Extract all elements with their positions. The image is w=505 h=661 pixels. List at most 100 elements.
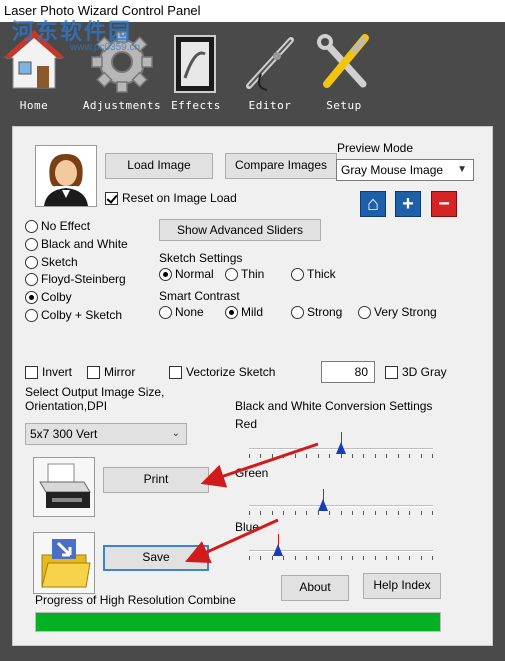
vectorize-sketch-checkbox[interactable]: Vectorize Sketch xyxy=(169,365,275,379)
reset-on-load-label: Reset on Image Load xyxy=(122,191,237,205)
slider-tick xyxy=(249,454,250,458)
help-index-button[interactable]: Help Index xyxy=(363,573,441,599)
slider-tick xyxy=(421,511,422,515)
progress-bar xyxy=(35,612,441,632)
slider-tick xyxy=(352,511,353,515)
slider-tick xyxy=(398,556,399,560)
slider-tick xyxy=(341,511,342,515)
output-size-label: Select Output Image Size, Orientation,DP… xyxy=(25,385,165,413)
sketch-thick-radio[interactable]: Thick xyxy=(291,267,336,281)
radio-dot xyxy=(291,305,304,319)
slider-tick xyxy=(295,511,296,515)
slider-tick xyxy=(409,556,410,560)
contrast-mild-radio[interactable]: Mild xyxy=(225,305,263,319)
minus-icon: − xyxy=(438,192,450,215)
gray-3d-checkbox[interactable]: 3D Gray xyxy=(385,365,447,379)
sketch-option-label: Normal xyxy=(175,267,214,281)
slider-tick xyxy=(409,511,410,515)
slider-tick xyxy=(329,511,330,515)
slider-tick xyxy=(421,454,422,458)
gray-3d-label: 3D Gray xyxy=(402,365,447,379)
zoom-out-button[interactable]: − xyxy=(431,191,457,217)
slider-tick xyxy=(283,454,284,458)
slider-tick xyxy=(375,454,376,458)
slider-tick xyxy=(432,511,433,515)
preview-mode-label: Preview Mode xyxy=(337,141,414,155)
sketch-normal-radio[interactable]: Normal xyxy=(159,267,214,281)
printer-image xyxy=(33,457,95,517)
invert-checkbox[interactable]: Invert xyxy=(25,365,72,379)
red-slider[interactable] xyxy=(249,432,433,460)
blue-slider[interactable] xyxy=(249,534,433,562)
slider-tick xyxy=(375,556,376,560)
avatar-icon xyxy=(36,146,96,206)
slider-tick xyxy=(341,454,342,458)
slider-thumb[interactable] xyxy=(273,544,283,556)
slider-thumb[interactable] xyxy=(318,499,328,511)
save-button[interactable]: Save xyxy=(103,545,209,571)
effect-colby-radio[interactable]: Colby xyxy=(25,290,72,304)
print-button[interactable]: Print xyxy=(103,467,209,493)
contrast-very-strong-radio[interactable]: Very Strong xyxy=(358,305,437,319)
slider-tick xyxy=(421,556,422,560)
compare-images-button[interactable]: Compare Images xyxy=(225,153,337,179)
effect-sketch-radio[interactable]: Sketch xyxy=(25,255,78,269)
preview-mode-value: Gray Mouse Image xyxy=(341,163,444,177)
toolbar-home-label: Home xyxy=(19,99,49,112)
chevron-down-icon: ▼ xyxy=(457,164,467,175)
radio-dot xyxy=(225,267,238,281)
slider-tick xyxy=(432,454,433,458)
slider-tick xyxy=(272,511,273,515)
slider-tick xyxy=(363,556,364,560)
preview-mode-select[interactable]: Gray Mouse Image ▼ xyxy=(336,159,474,181)
slider-tick xyxy=(329,454,330,458)
contrast-none-radio[interactable]: None xyxy=(159,305,204,319)
toolbar-setup-button[interactable]: Setup xyxy=(304,28,384,112)
toolbar-setup-label: Setup xyxy=(326,99,362,112)
effect-no-effect-radio[interactable]: No Effect xyxy=(25,219,90,233)
toolbar-effects-button[interactable]: Effects xyxy=(156,28,236,112)
slider-tick xyxy=(318,511,319,515)
folder-icon xyxy=(41,539,91,588)
vectorize-label: Vectorize Sketch xyxy=(186,365,276,379)
about-button[interactable]: About xyxy=(281,575,349,601)
effect-label: No Effect xyxy=(41,219,91,233)
slider-tick xyxy=(386,511,387,515)
progress-label: Progress of High Resolution Combine xyxy=(35,593,236,607)
slider-tick xyxy=(306,556,307,560)
zoom-in-button[interactable]: + xyxy=(395,191,421,217)
green-slider[interactable] xyxy=(249,489,433,517)
sketch-value-input[interactable]: 80 xyxy=(321,361,375,383)
effect-black-and-white-radio[interactable]: Black and White xyxy=(25,237,128,251)
radio-dot xyxy=(25,272,38,286)
reset-on-load-checkbox[interactable]: Reset on Image Load xyxy=(105,191,237,205)
sketch-thin-radio[interactable]: Thin xyxy=(225,267,264,281)
control-panel: Load Image Compare Images Preview Mode G… xyxy=(12,126,493,646)
sketch-settings-label: Sketch Settings xyxy=(159,251,243,265)
radio-dot xyxy=(25,290,38,304)
chevron-down-icon: ⌄ xyxy=(171,428,180,439)
watermark-url: www.pc0359.cn xyxy=(70,42,141,53)
contrast-strong-radio[interactable]: Strong xyxy=(291,305,342,319)
load-image-button[interactable]: Load Image xyxy=(105,153,213,179)
show-advanced-sliders-button[interactable]: Show Advanced Sliders xyxy=(159,219,321,241)
preview-home-button[interactable]: ⌂ xyxy=(360,191,386,217)
toolbar-editor-button[interactable]: Editor xyxy=(230,28,310,112)
contrast-option-label: Mild xyxy=(241,305,264,319)
mirror-label: Mirror xyxy=(104,365,136,379)
bw-conversion-label: Black and White Conversion Settings xyxy=(235,399,433,413)
effect-colby-sketch-radio[interactable]: Colby + Sketch xyxy=(25,308,122,322)
preview-thumbnail xyxy=(35,145,97,207)
contrast-option-label: Strong xyxy=(307,305,343,319)
slider-tick xyxy=(272,454,273,458)
effect-floyd-steinberg-radio[interactable]: Floyd-Steinberg xyxy=(25,272,126,286)
output-size-select[interactable]: 5x7 300 Vert ⌄ xyxy=(25,423,187,445)
contrast-option-label: Very Strong xyxy=(374,305,437,319)
mirror-checkbox[interactable]: Mirror xyxy=(87,365,135,379)
slider-tick xyxy=(398,511,399,515)
slider-thumb[interactable] xyxy=(336,442,346,454)
slider-tick xyxy=(375,511,376,515)
slider-tick xyxy=(352,454,353,458)
slider-tick xyxy=(283,556,284,560)
radio-dot xyxy=(291,267,304,281)
